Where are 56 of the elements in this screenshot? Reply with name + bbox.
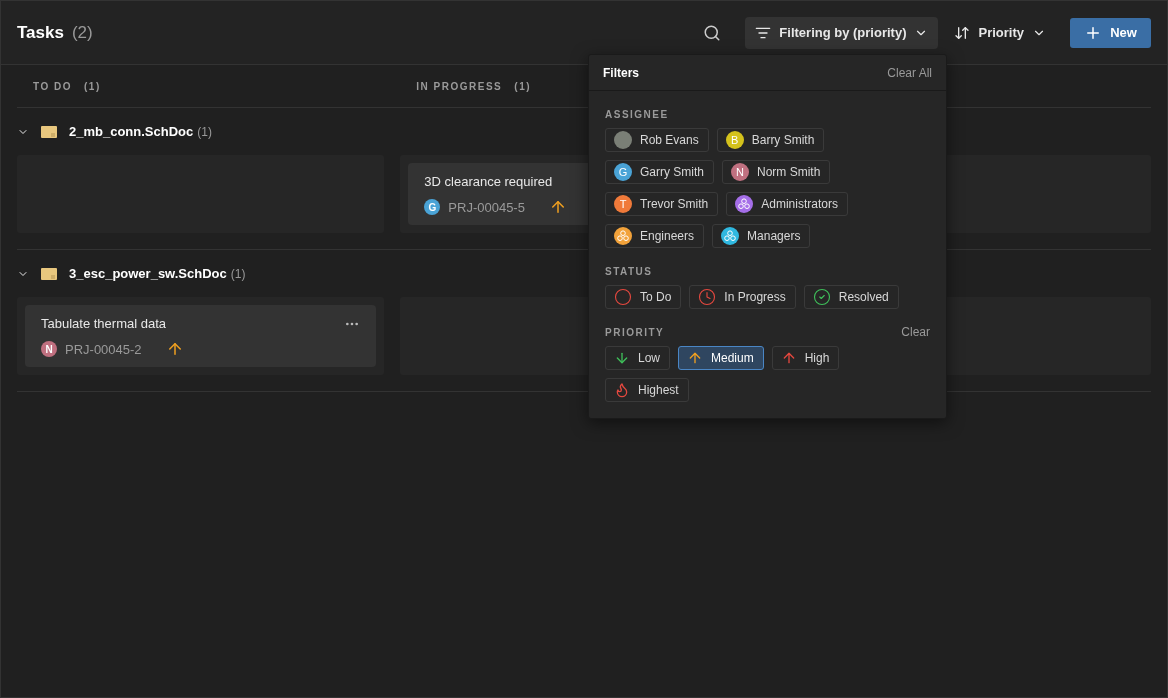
search-icon[interactable]	[703, 23, 722, 42]
open-circle-icon	[614, 288, 632, 306]
clear-link[interactable]: Clear	[901, 323, 930, 341]
filter-chip[interactable]: Highest	[605, 378, 689, 402]
filter-chip[interactable]: Administrators	[726, 192, 848, 216]
clear-all-link[interactable]: Clear All	[887, 63, 932, 82]
column-heading: IN PROGRESS	[416, 79, 503, 94]
filter-chip[interactable]: Medium	[678, 346, 764, 370]
column-count: (1)	[84, 79, 101, 94]
group-title: 2_mb_conn.SchDoc	[69, 122, 194, 141]
sort-icon	[954, 24, 971, 41]
new-button[interactable]: New	[1070, 17, 1151, 48]
filter-chip[interactable]: G Garry Smith	[605, 160, 714, 184]
flame-icon	[614, 382, 630, 398]
filter-chip[interactable]: B Barry Smith	[716, 128, 825, 152]
filter-chip[interactable]: Resolved	[803, 285, 899, 309]
avatar-initial: N	[41, 341, 57, 358]
page-title: Tasks	[17, 21, 64, 44]
task-id: PRJ-00045-5	[448, 198, 525, 217]
avatar-initial: G	[614, 163, 632, 181]
avatar-photo-placeholder	[614, 131, 632, 149]
arrow-up-icon	[687, 350, 703, 366]
filter-chip[interactable]: High	[771, 346, 840, 370]
filter-chip[interactable]: Engineers	[605, 224, 705, 248]
arrow-down-icon	[614, 350, 630, 366]
task-title: Tabulate thermal data	[41, 315, 167, 333]
avatar-initial: G	[424, 199, 441, 216]
check-circle-icon	[812, 288, 831, 306]
filter-chip[interactable]: T Trevor Smith	[605, 192, 719, 216]
task-card[interactable]: Tabulate thermal data N PRJ-00045-2	[25, 305, 377, 367]
filter-chip[interactable]: Rob Evans	[605, 128, 709, 152]
section-label: STATUS	[605, 264, 653, 279]
filter-chip[interactable]: In Progress	[689, 285, 796, 309]
task-count: (2)	[71, 21, 93, 44]
filter-chip[interactable]: Low	[605, 346, 670, 370]
group-count: (1)	[197, 123, 212, 141]
avatar-initial: N	[731, 163, 749, 181]
section-label: PRIORITY	[605, 325, 665, 340]
clock-icon	[698, 288, 717, 306]
group-title: 3_esc_power_sw.SchDoc	[69, 264, 227, 283]
task-title: 3D clearance required	[424, 173, 553, 191]
column-heading: TO DO	[33, 79, 72, 94]
sort-dropdown[interactable]: Priority	[938, 16, 1062, 49]
filter-dropdown[interactable]: Filtering by (priority)	[745, 16, 939, 49]
avatar-initial: B	[725, 131, 744, 149]
filter-chip[interactable]: To Do	[605, 285, 682, 309]
popover-title: Filters	[603, 64, 639, 82]
section-label: ASSIGNEE	[605, 107, 669, 122]
avatar-initial: T	[614, 195, 632, 213]
filter-chip[interactable]: Managers	[712, 224, 811, 248]
column-count: (1)	[514, 79, 532, 94]
document-icon	[41, 125, 57, 138]
filter-chip[interactable]: N Norm Smith	[722, 160, 831, 184]
document-icon	[41, 267, 57, 280]
group-count: (1)	[230, 265, 246, 283]
task-id: PRJ-00045-2	[65, 340, 142, 359]
